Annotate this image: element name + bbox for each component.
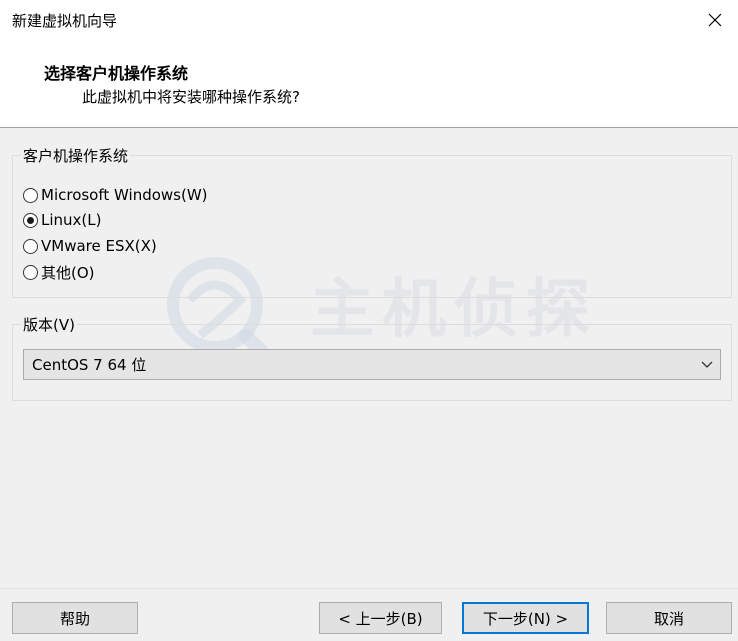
version-select[interactable]: CentOS 7 64 位	[23, 349, 721, 380]
version-group: 版本(V) CentOS 7 64 位	[12, 314, 732, 401]
close-icon	[708, 13, 722, 27]
radio-label: 其他(O)	[41, 264, 95, 282]
radio-button[interactable]	[23, 238, 38, 254]
window-title: 新建虚拟机向导	[12, 12, 118, 30]
page-subtitle: 此虚拟机中将安装哪种操作系统?	[82, 88, 300, 106]
radio-linux[interactable]: Linux(L)	[23, 211, 101, 229]
radio-other[interactable]: 其他(O)	[23, 262, 95, 283]
guest-os-group-label: 客户机操作系统	[21, 145, 131, 166]
page-title: 选择客户机操作系统	[44, 64, 189, 83]
radio-label: Linux(L)	[41, 211, 102, 229]
radio-button[interactable]	[23, 265, 38, 280]
radio-windows[interactable]: Microsoft Windows(W)	[23, 186, 208, 204]
radio-button-checked[interactable]	[23, 212, 38, 228]
radio-button[interactable]	[23, 187, 38, 203]
close-button[interactable]	[692, 0, 738, 40]
wizard-header: 选择客户机操作系统 此虚拟机中将安装哪种操作系统?	[0, 40, 738, 128]
version-select-value: CentOS 7 64 位	[32, 356, 147, 374]
radio-vmware-esx[interactable]: VMware ESX(X)	[23, 237, 157, 255]
version-group-label: 版本(V)	[21, 314, 77, 335]
help-button[interactable]: 帮助	[12, 602, 138, 634]
guest-os-group: 客户机操作系统 Microsoft Windows(W) Linux(L) VM…	[12, 145, 732, 298]
radio-label: Microsoft Windows(W)	[41, 186, 208, 204]
radio-label: VMware ESX(X)	[41, 237, 157, 255]
cancel-button[interactable]: 取消	[606, 602, 732, 634]
footer-divider	[0, 588, 738, 589]
chevron-down-icon[interactable]	[694, 350, 720, 379]
back-button[interactable]: < 上一步(B)	[319, 602, 442, 634]
title-bar: 新建虚拟机向导	[0, 0, 738, 40]
new-vm-wizard-window: 新建虚拟机向导 选择客户机操作系统 此虚拟机中将安装哪种操作系统? 主机侦探 服…	[0, 0, 738, 641]
next-button[interactable]: 下一步(N) >	[462, 602, 589, 634]
